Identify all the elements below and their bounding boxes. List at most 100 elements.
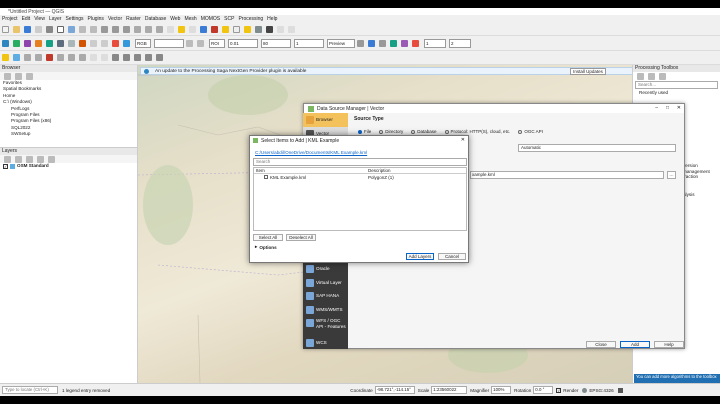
vector-dataset-input[interactable]: xample.kml	[470, 171, 664, 179]
side-virtual-layer[interactable]: Virtual Layer	[303, 276, 348, 290]
add-vector-icon[interactable]	[2, 39, 9, 47]
zoom-next-icon[interactable]	[156, 25, 163, 33]
radio-ogc-label[interactable]: OGC API	[524, 129, 543, 134]
add-wfs-icon[interactable]	[90, 39, 97, 47]
column-description[interactable]: Description	[368, 168, 391, 173]
zoom-layer-icon[interactable]	[123, 25, 130, 33]
label-icon[interactable]	[112, 54, 119, 61]
pan-icon[interactable]	[57, 25, 64, 33]
select-features-icon[interactable]	[222, 25, 229, 33]
close-icon[interactable]: ✕	[677, 105, 681, 111]
refresh-icon[interactable]	[4, 72, 11, 80]
new-layout-icon[interactable]	[35, 25, 42, 33]
browse-button[interactable]: …	[667, 171, 676, 179]
collapse-icon[interactable]	[26, 72, 33, 80]
help-button[interactable]: Help	[654, 341, 684, 348]
bookmark-icon[interactable]	[178, 25, 185, 33]
cancel-button[interactable]: Cancel	[438, 253, 466, 260]
grid-icon[interactable]	[401, 39, 408, 47]
add-group-icon[interactable]	[15, 155, 22, 163]
refresh-icon[interactable]	[200, 25, 207, 33]
zoom-last-icon[interactable]	[145, 25, 152, 33]
map-tips-icon[interactable]	[277, 25, 284, 33]
menu-momos[interactable]: MOMOS	[201, 16, 220, 22]
side-browser[interactable]: Browser	[303, 113, 348, 127]
layout-manager-icon[interactable]	[46, 25, 53, 33]
zoom-input[interactable]: 80	[261, 38, 291, 48]
band-icon[interactable]	[390, 39, 397, 47]
radio-file-selected[interactable]	[358, 129, 362, 134]
label-pin-icon[interactable]	[123, 54, 130, 61]
new-map-view-icon[interactable]	[167, 25, 174, 33]
menu-web[interactable]: Web	[170, 16, 180, 22]
options-expander[interactable]: ▸ Options	[255, 244, 277, 250]
number-input-2[interactable]: 2	[449, 38, 471, 48]
menu-project[interactable]: Project	[2, 16, 18, 22]
crs-label[interactable]: EPSG:4326	[589, 388, 613, 393]
stack-icon[interactable]	[412, 39, 419, 47]
settings-icon[interactable]	[357, 39, 364, 47]
menu-settings[interactable]: Settings	[65, 16, 83, 22]
side-wcs[interactable]: WCS	[303, 336, 348, 350]
preview-button[interactable]: Preview	[327, 38, 355, 48]
add-postgis-icon[interactable]	[57, 39, 64, 47]
recently-used-item[interactable]: Recently used	[633, 90, 720, 97]
filter-icon[interactable]	[15, 72, 22, 80]
scale-input[interactable]: 0.01	[228, 38, 258, 48]
radio-file-label[interactable]: File	[364, 129, 371, 134]
style-icon[interactable]	[4, 155, 11, 163]
toolbox-icon[interactable]	[637, 72, 644, 80]
zoom-full-icon[interactable]	[101, 25, 108, 33]
deselect-icon[interactable]	[244, 25, 251, 33]
install-updates-button[interactable]: Install Updates	[570, 68, 606, 75]
save-project-icon[interactable]	[24, 25, 31, 33]
options-icon[interactable]	[659, 72, 666, 80]
tool-icon[interactable]	[186, 39, 193, 47]
browser-item[interactable]: SWSetup	[3, 131, 137, 137]
maximize-icon[interactable]: □	[666, 105, 669, 111]
rgb-combo[interactable]: RGB	[135, 38, 151, 48]
search-input[interactable]: Search	[253, 158, 467, 166]
zoom-native-icon[interactable]	[134, 25, 141, 33]
label-show-icon[interactable]	[134, 54, 141, 61]
coordinate-input[interactable]: -98.721°,-114.15°	[374, 386, 415, 394]
redo-icon[interactable]	[101, 54, 108, 61]
show-bookmarks-icon[interactable]	[189, 25, 196, 33]
crs-globe-icon[interactable]	[582, 387, 588, 393]
row-checkbox[interactable]	[264, 175, 268, 179]
tool-icon-2[interactable]	[197, 39, 204, 47]
encoding-select[interactable]: Automatic	[518, 144, 676, 152]
menu-mesh[interactable]: Mesh	[184, 16, 196, 22]
zoom-selection-icon[interactable]	[112, 25, 119, 33]
add-button[interactable]: Add	[620, 341, 650, 348]
table-row[interactable]: KML Example.kml PolygonZ (1)	[254, 174, 466, 180]
close-icon[interactable]: ✕	[461, 137, 465, 143]
vertex-tool-icon[interactable]	[35, 54, 42, 61]
measure-icon[interactable]	[255, 25, 262, 33]
magnifier-input[interactable]: 100%	[491, 386, 512, 394]
add-virtual-layer-icon[interactable]	[101, 39, 108, 47]
menu-raster[interactable]: Raster	[126, 16, 141, 22]
delete-icon[interactable]	[46, 54, 53, 61]
menu-layer[interactable]: Layer	[49, 16, 62, 22]
menu-processing[interactable]: Processing	[238, 16, 263, 22]
rgb-band-select[interactable]	[154, 38, 184, 48]
side-wfs[interactable]: WFS / OGC API - Features	[303, 316, 348, 336]
cut-icon[interactable]	[57, 54, 64, 61]
close-button[interactable]: Close	[586, 341, 616, 348]
radio-database-label[interactable]: Database	[417, 129, 436, 134]
radio-database[interactable]	[411, 129, 416, 134]
locate-input[interactable]: Type to locate (Ctrl+K)	[2, 386, 58, 394]
label-move-icon[interactable]	[145, 54, 152, 61]
layer-row[interactable]: ✓ OSM Standard	[3, 163, 137, 169]
new-project-icon[interactable]	[2, 25, 9, 33]
side-wms[interactable]: WMS/WMTS	[303, 303, 348, 317]
add-spatialite-icon[interactable]	[46, 39, 53, 47]
expand-icon[interactable]	[37, 155, 44, 163]
save-edits-icon[interactable]	[13, 54, 20, 61]
side-oracle[interactable]: Oracle	[303, 262, 348, 276]
render-checkbox[interactable]: ✓	[556, 387, 562, 393]
radio-directory[interactable]	[379, 129, 384, 134]
menu-edit[interactable]: Edit	[22, 16, 31, 22]
history-icon[interactable]	[648, 72, 655, 80]
